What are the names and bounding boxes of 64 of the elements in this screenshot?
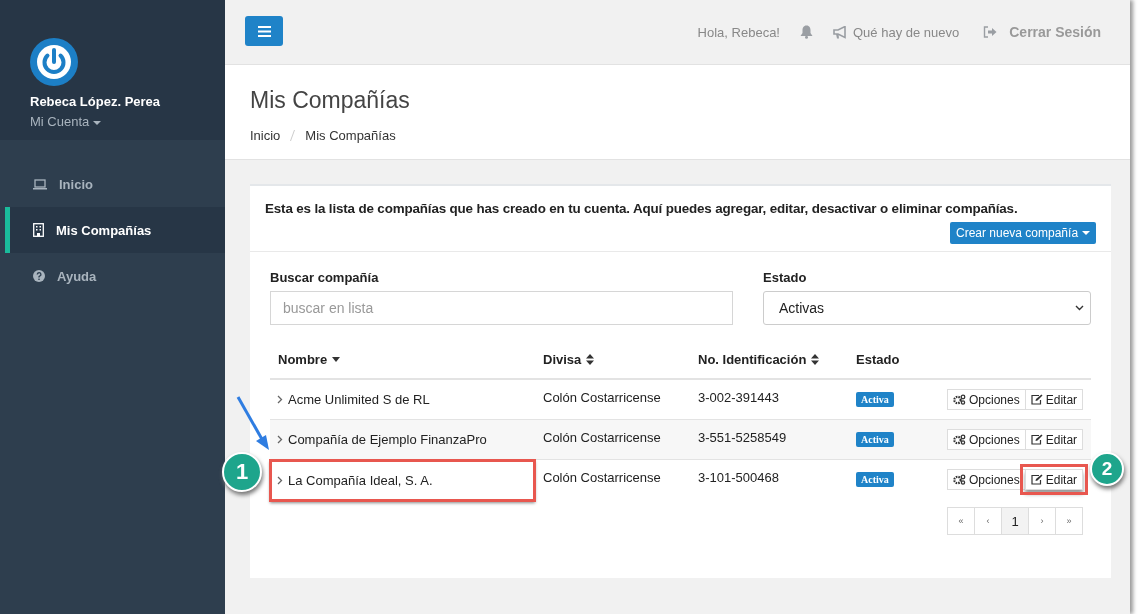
column-header[interactable]: Estado [848, 341, 940, 378]
chevron-right-icon [277, 395, 283, 404]
options-button[interactable]: Opciones [947, 429, 1026, 450]
column-header[interactable]: Divisa [535, 341, 690, 378]
description-text: Esta es la lista de compañías que has creado en tu cuenta. Aquí puedes agregar, editar, desactivar o eliminar compañías. [265, 201, 1018, 216]
building-icon [33, 223, 44, 237]
pagination-button[interactable]: › [1028, 507, 1057, 535]
gears-icon [953, 434, 966, 445]
chevron-down-icon [1075, 305, 1085, 311]
pagination-button[interactable]: ‹ [974, 507, 1003, 535]
status-label: Estado [763, 270, 808, 285]
edit-icon [1030, 434, 1043, 445]
megaphone-icon [833, 25, 848, 39]
sort-icon [811, 354, 820, 365]
gears-icon [953, 394, 966, 405]
status-label: Activa [856, 392, 894, 407]
pagination-button[interactable]: « [947, 507, 976, 535]
id-cell-text: 3-101-500468 [697, 469, 780, 487]
create-company-button[interactable]: Crear nueva compañía [950, 222, 1097, 244]
menu-button[interactable] [245, 16, 283, 46]
gears-icon [953, 474, 966, 485]
sort-down-icon [332, 357, 341, 362]
company-name[interactable]: Compañía de Ejemplo FinanzaPro [270, 420, 535, 459]
options-button[interactable]: Opciones [947, 469, 1026, 490]
status-dropdown[interactable]: Activas [763, 291, 1092, 325]
arrow-annotation [235, 395, 271, 451]
sidebar-item[interactable]: Ayuda [5, 253, 225, 299]
bell-icon[interactable] [800, 25, 813, 39]
options-button[interactable]: Opciones [947, 389, 1026, 410]
status-label: Activa [856, 432, 894, 447]
company-name[interactable]: La Compañía Ideal, S. A. [270, 460, 535, 501]
sidebar-item[interactable]: Inicio [5, 161, 225, 207]
currency-cell-text: Colón Costarricense [542, 469, 662, 487]
laptop-icon [33, 178, 47, 190]
company-name[interactable]: Acme Unlimited S de RL [270, 380, 535, 419]
id-cell-text: 3-551-5258549 [697, 429, 788, 447]
id-cell-text: 3-002-391443 [697, 389, 780, 407]
currency-cell-text: Colón Costarricense [542, 389, 662, 407]
search-label: Buscar compañía [270, 270, 380, 285]
user-name: Rebeca López. Perea [30, 94, 161, 109]
search-field[interactable]: buscar en lista [270, 291, 733, 325]
breadcrumb-item[interactable]: Mis Compañías [305, 128, 396, 143]
help-icon [33, 270, 45, 282]
menu-icon [257, 25, 271, 37]
pagination-button[interactable]: 1 [1001, 507, 1030, 535]
sidebar-item[interactable]: Mis Compañías [5, 207, 225, 253]
currency-cell-text: Colón Costarricense [542, 429, 662, 447]
page-title: Mis Compañías [250, 87, 411, 114]
column-header[interactable]: Nombre [270, 341, 535, 378]
pagination-button[interactable]: » [1055, 507, 1084, 535]
power-logo-icon [30, 38, 78, 86]
edit-icon [1030, 394, 1043, 405]
greeting: Hola, Rebeca! [697, 24, 780, 40]
account-menu[interactable]: Mi Cuenta [30, 114, 101, 129]
column-header[interactable]: No. Identificación [690, 341, 848, 378]
edit-button[interactable]: Editar [1024, 389, 1084, 410]
chevron-right-icon [277, 476, 283, 485]
chevron-right-icon [277, 435, 283, 444]
edit-icon [1030, 474, 1043, 485]
breadcrumb-item[interactable]: Inicio [250, 128, 281, 143]
sort-icon [586, 354, 595, 365]
sign-out-icon [983, 26, 998, 38]
edit-button[interactable]: Editar [1024, 429, 1084, 450]
status-label: Activa [856, 472, 894, 487]
